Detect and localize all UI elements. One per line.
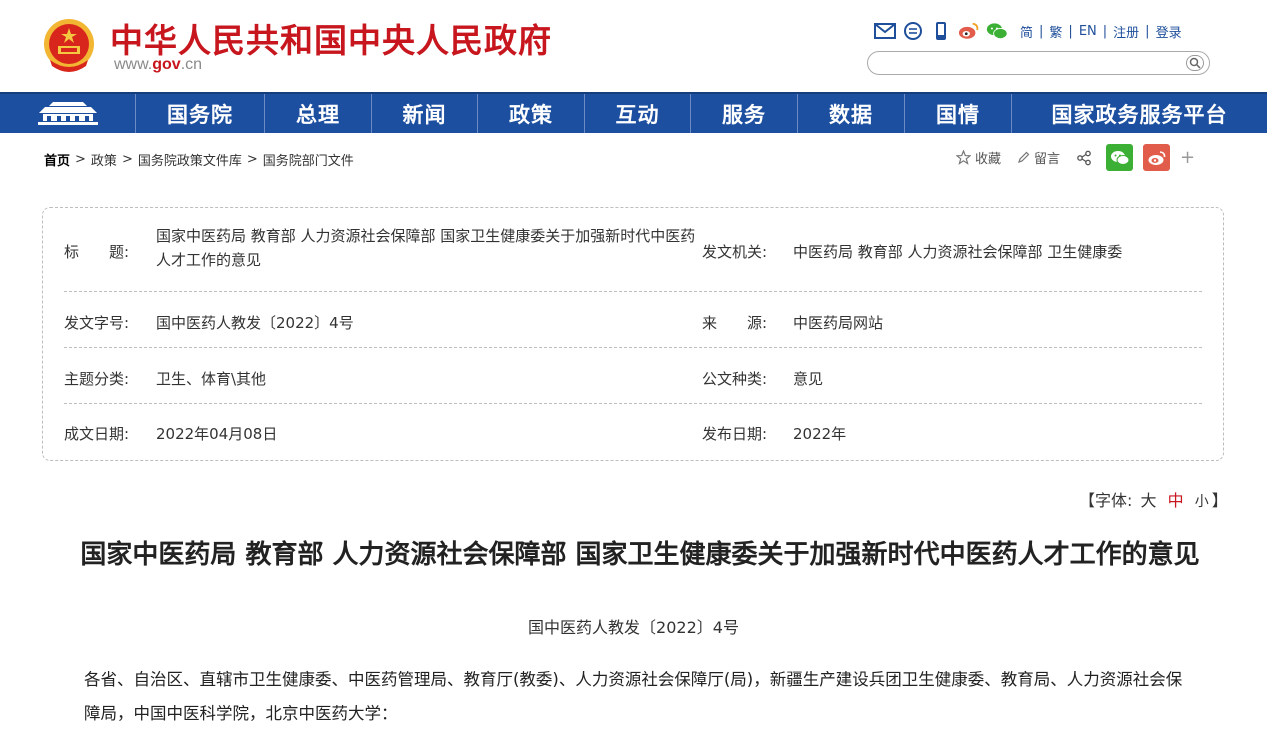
doc-type-value: 意见 xyxy=(793,370,824,388)
breadcrumb: 首页 > 政策 > 国务院政策文件库 > 国务院部门文件 xyxy=(44,150,354,169)
document-info-table: 标 题: 国家中医药局 教育部 人力资源社会保障部 国家卫生健康委关于加强新时代… xyxy=(42,207,1224,461)
issuer-value: 中医药局 教育部 人力资源社会保障部 卫生健康委 xyxy=(793,243,1123,261)
collect-button[interactable]: 收藏 xyxy=(956,148,1001,167)
site-domain: www.gov.cn xyxy=(114,56,202,74)
domain-suffix: .cn xyxy=(180,56,203,73)
search-input[interactable] xyxy=(878,52,1178,74)
nav-item-national-info[interactable]: 国情 xyxy=(905,94,1012,133)
top-tools: 简 | 繁 | EN | 注册 | 登录 xyxy=(874,19,1182,43)
article-title: 国家中医药局 教育部 人力资源社会保障部 国家卫生健康委关于加强新时代中医药人才… xyxy=(80,540,1200,570)
font-size-large-button[interactable]: 大 xyxy=(1141,491,1157,510)
nav-item-services[interactable]: 服务 xyxy=(691,94,798,133)
doc-type-label: 公文种类: xyxy=(702,370,768,388)
breadcrumb-home[interactable]: 首页 xyxy=(44,150,70,169)
article-body: 各省、自治区、直辖市卫生健康委、中医药管理局、教育厅(教委)、人力资源社会保障厅… xyxy=(84,670,1183,723)
nav-item-interaction[interactable]: 互动 xyxy=(585,94,691,133)
title-label: 标 题: xyxy=(64,243,130,261)
source-value: 中医药局网站 xyxy=(793,314,884,332)
docno-label: 发文字号: xyxy=(64,314,130,332)
font-size-prefix: 【字体: xyxy=(1079,491,1133,510)
wechat-icon[interactable] xyxy=(986,20,1008,42)
language-links: 简 | 繁 | EN | 注册 | 登录 xyxy=(1020,22,1182,41)
docno-value: 国中医药人教发〔2022〕4号 xyxy=(156,314,354,332)
comment-label: 留言 xyxy=(1034,152,1061,167)
lang-english-link[interactable]: EN xyxy=(1079,24,1097,39)
search-button[interactable] xyxy=(1186,55,1204,71)
article-doc-number: 国中医药人教发〔2022〕4号 xyxy=(528,618,739,637)
share-wechat-button[interactable] xyxy=(1106,144,1134,171)
breadcrumb-separator: > xyxy=(121,152,133,167)
breadcrumb-department-docs[interactable]: 国务院部门文件 xyxy=(263,150,354,169)
nav-item-policy[interactable]: 政策 xyxy=(478,94,585,133)
login-link[interactable]: 登录 xyxy=(1156,22,1182,41)
share-weibo-button[interactable] xyxy=(1143,144,1171,171)
written-date-label: 成文日期: xyxy=(64,425,130,443)
share-icon[interactable] xyxy=(1076,150,1092,166)
font-size-medium-button[interactable]: 中 xyxy=(1168,491,1184,510)
info-row: 发文字号: 国中医药人教发〔2022〕4号 来 源: 中医药局网站 xyxy=(64,292,1202,348)
lang-simplified-link[interactable]: 简 xyxy=(1020,22,1033,41)
font-size-suffix: 】 xyxy=(1211,491,1228,510)
breadcrumb-policy[interactable]: 政策 xyxy=(91,150,117,169)
info-row: 标 题: 国家中医药局 教育部 人力资源社会保障部 国家卫生健康委关于加强新时代… xyxy=(64,208,1202,292)
main-nav: 国务院 总理 新闻 政策 互动 服务 数据 国情 国家政务服务平台 xyxy=(0,92,1267,133)
comment-button[interactable]: 留言 xyxy=(1017,148,1060,167)
nav-item-state-council[interactable]: 国务院 xyxy=(136,94,265,133)
info-row: 成文日期: 2022年04月08日 发布日期: 2022年 xyxy=(64,404,1202,460)
nav-home-icon[interactable] xyxy=(0,94,136,133)
title-value: 国家中医药局 教育部 人力资源社会保障部 国家卫生健康委关于加强新时代中医药人才… xyxy=(156,227,696,269)
published-date-label: 发布日期: xyxy=(702,425,768,443)
search-icon xyxy=(1189,57,1201,69)
nav-item-premier[interactable]: 总理 xyxy=(265,94,372,133)
domain-prefix: www. xyxy=(114,56,153,73)
nav-item-news[interactable]: 新闻 xyxy=(372,94,478,133)
category-value: 卫生、体育\其他 xyxy=(156,370,267,388)
pencil-icon xyxy=(1018,151,1030,163)
domain-main: gov xyxy=(152,56,181,73)
nav-item-data[interactable]: 数据 xyxy=(798,94,905,133)
lang-traditional-link[interactable]: 繁 xyxy=(1049,22,1062,41)
info-row: 主题分类: 卫生、体育\其他 公文种类: 意见 xyxy=(64,348,1202,404)
nav-item-gov-service-platform[interactable]: 国家政务服务平台 xyxy=(1012,94,1267,133)
site-header: 中华人民共和国中央人民政府 www.gov.cn 简 | 繁 | EN | 注册… xyxy=(0,0,1267,92)
written-date-value: 2022年04月08日 xyxy=(156,425,278,443)
star-icon xyxy=(956,150,971,165)
site-title[interactable]: 中华人民共和国中央人民政府 xyxy=(110,14,552,62)
national-emblem-icon[interactable] xyxy=(40,16,98,76)
mobile-icon[interactable] xyxy=(930,20,952,42)
category-label: 主题分类: xyxy=(64,370,130,388)
search-box xyxy=(867,51,1210,75)
share-tools: 收藏 留言 + xyxy=(956,144,1195,171)
font-size-selector: 【字体: 大 中 小】 xyxy=(1079,487,1228,511)
issuer-label: 发文机关: xyxy=(702,243,768,261)
source-label: 来 源: xyxy=(702,314,768,332)
breadcrumb-policy-library[interactable]: 国务院政策文件库 xyxy=(138,150,242,169)
breadcrumb-separator: > xyxy=(246,152,258,167)
weibo-icon[interactable] xyxy=(958,20,980,42)
message-icon[interactable] xyxy=(902,20,924,42)
register-link[interactable]: 注册 xyxy=(1113,22,1139,41)
weibo-icon xyxy=(1148,150,1165,165)
more-share-button[interactable]: + xyxy=(1180,147,1195,168)
font-size-small-button[interactable]: 小 xyxy=(1195,494,1209,510)
breadcrumb-separator: > xyxy=(75,152,86,167)
collect-label: 收藏 xyxy=(975,152,1002,167)
wechat-icon xyxy=(1110,150,1130,165)
mail-icon[interactable] xyxy=(874,20,896,42)
published-date-value: 2022年 xyxy=(793,425,847,443)
